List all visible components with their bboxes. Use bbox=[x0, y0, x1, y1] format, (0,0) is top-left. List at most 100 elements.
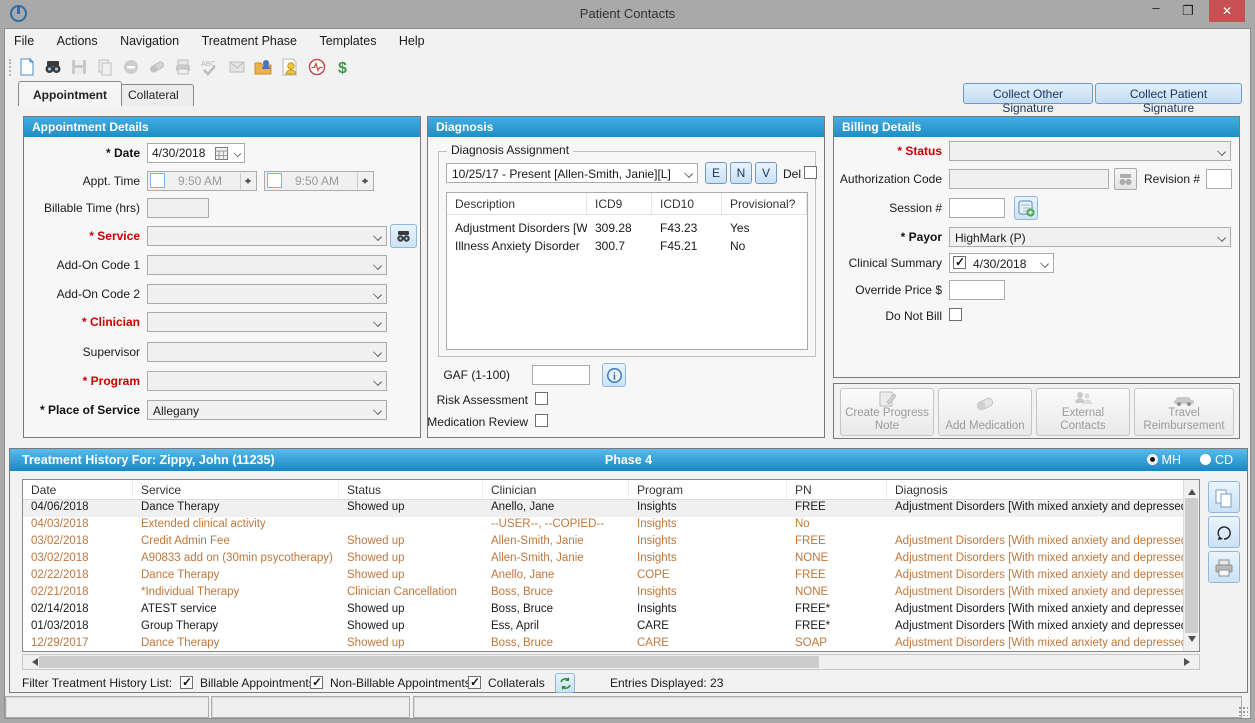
menu-templates[interactable]: Templates bbox=[310, 29, 385, 48]
remove-icon[interactable] bbox=[121, 57, 141, 77]
session-field[interactable] bbox=[949, 198, 1005, 218]
billing-actions-box: Create Progress Note Add Medication Exte… bbox=[833, 383, 1240, 439]
service-combo[interactable] bbox=[147, 226, 387, 246]
cd-radio-circle[interactable] bbox=[1200, 454, 1211, 465]
session-lookup-button[interactable] bbox=[1014, 196, 1038, 220]
addon-code-1-combo[interactable] bbox=[147, 255, 387, 275]
new-note-icon[interactable] bbox=[17, 57, 37, 77]
copy-history-button[interactable] bbox=[1208, 481, 1240, 513]
treatment-row[interactable]: 03/02/2018A90833 add on (30min psycother… bbox=[23, 551, 1199, 568]
billable-time-field[interactable] bbox=[147, 198, 209, 218]
date-dropdown-chevron[interactable] bbox=[234, 150, 241, 157]
do-not-bill-checkbox[interactable] bbox=[949, 308, 962, 321]
medication-review-checkbox[interactable] bbox=[535, 414, 548, 427]
external-contacts-button[interactable]: External Contacts bbox=[1036, 388, 1130, 436]
copy-icon[interactable] bbox=[95, 57, 115, 77]
billing-icon[interactable]: $ bbox=[333, 57, 353, 77]
diagnosis-row[interactable]: Illness Anxiety Disorder 300.7 F45.21 No bbox=[447, 237, 807, 255]
refresh-button[interactable] bbox=[555, 673, 575, 693]
gaf-info-button[interactable]: i bbox=[602, 363, 626, 387]
email-icon[interactable] bbox=[227, 57, 247, 77]
del-checkbox[interactable] bbox=[804, 166, 817, 179]
tab-appointment[interactable]: Appointment bbox=[18, 81, 122, 106]
travel-reimbursement-button[interactable]: Travel Reimbursement bbox=[1134, 388, 1234, 436]
appt-time-start-spinner[interactable] bbox=[240, 173, 255, 189]
addon-code-2-combo[interactable] bbox=[147, 284, 387, 304]
non-billable-appointments-checkbox[interactable] bbox=[310, 676, 323, 689]
billable-appointments-checkbox[interactable] bbox=[180, 676, 193, 689]
add-medication-button[interactable]: Add Medication bbox=[938, 388, 1032, 436]
horizontal-scrollbar[interactable] bbox=[22, 654, 1200, 670]
diagnosis-row[interactable]: Adjustment Disorders [Wi... 309.28 F43.2… bbox=[447, 219, 807, 237]
mh-radio-circle[interactable] bbox=[1147, 454, 1158, 465]
clinical-summary-combo[interactable]: 4/30/2018 bbox=[949, 253, 1054, 273]
save-icon[interactable] bbox=[69, 57, 89, 77]
vertical-scrollbar[interactable] bbox=[1183, 480, 1199, 651]
spellcheck-icon[interactable]: ABC bbox=[199, 57, 219, 77]
find-icon[interactable] bbox=[43, 57, 63, 77]
treatment-row[interactable]: 04/06/2018Dance TherapyShowed upAnello, … bbox=[23, 500, 1199, 517]
menu-actions[interactable]: Actions bbox=[48, 29, 107, 48]
undo-button[interactable] bbox=[1208, 516, 1240, 548]
treatment-row[interactable]: 04/03/2018Extended clinical activity--US… bbox=[23, 517, 1199, 534]
close-button[interactable]: ✕ bbox=[1209, 0, 1245, 22]
gaf-field[interactable] bbox=[532, 365, 590, 385]
appt-time-start-checkbox[interactable] bbox=[150, 173, 165, 188]
appt-time-end-field[interactable]: 9:50 AM bbox=[264, 171, 374, 191]
horizontal-scroll-thumb[interactable] bbox=[39, 656, 819, 668]
program-combo[interactable] bbox=[147, 371, 387, 391]
minimize-button[interactable]: – bbox=[1143, 0, 1169, 22]
supervisor-combo[interactable] bbox=[147, 342, 387, 362]
scroll-up-arrow[interactable] bbox=[1188, 485, 1196, 495]
vertical-scroll-thumb[interactable] bbox=[1185, 498, 1198, 633]
date-field[interactable]: 4/30/2018 bbox=[147, 143, 245, 163]
collaterals-checkbox[interactable] bbox=[468, 676, 481, 689]
collect-other-signature-button[interactable]: Collect Other Signature bbox=[963, 83, 1093, 104]
menu-navigation[interactable]: Navigation bbox=[111, 29, 188, 48]
create-progress-note-button[interactable]: Create Progress Note bbox=[840, 388, 934, 436]
mh-radio[interactable]: MH bbox=[1147, 453, 1181, 467]
calendar-icon[interactable] bbox=[215, 147, 228, 160]
print-icon[interactable] bbox=[173, 57, 193, 77]
collect-patient-signature-button[interactable]: Collect Patient Signature bbox=[1095, 83, 1242, 104]
menu-treatment-phase[interactable]: Treatment Phase bbox=[193, 29, 306, 48]
scroll-right-arrow[interactable] bbox=[1184, 658, 1194, 666]
treatment-row[interactable]: 01/03/2018Group TherapyShowed upEss, Apr… bbox=[23, 619, 1199, 636]
service-search-button[interactable] bbox=[390, 224, 417, 248]
erase-icon[interactable] bbox=[147, 57, 167, 77]
place-of-service-combo[interactable]: Allegany bbox=[147, 400, 387, 420]
vitals-icon[interactable] bbox=[307, 57, 327, 77]
menu-file[interactable]: File bbox=[5, 29, 43, 48]
diagnosis-e-button[interactable]: E bbox=[705, 162, 727, 184]
diagnosis-assignment-combo[interactable]: 10/25/17 - Present [Allen-Smith, Janie][… bbox=[446, 163, 698, 183]
treatment-row[interactable]: 03/02/2018Credit Admin FeeShowed upAllen… bbox=[23, 534, 1199, 551]
patient-folder-icon[interactable] bbox=[253, 57, 273, 77]
appt-time-end-spinner[interactable] bbox=[357, 173, 372, 189]
patient-chart-icon[interactable] bbox=[279, 57, 299, 77]
diagnosis-n-button[interactable]: N bbox=[730, 162, 752, 184]
appt-time-start-field[interactable]: 9:50 AM bbox=[147, 171, 257, 191]
treatment-row[interactable]: 02/22/2018Dance TherapyShowed upAnello, … bbox=[23, 568, 1199, 585]
treatment-row[interactable]: 02/14/2018ATEST serviceShowed upBoss, Br… bbox=[23, 602, 1199, 619]
treatment-row[interactable]: 12/29/2017Dance TherapyShowed upBoss, Br… bbox=[23, 636, 1199, 652]
authorization-search-button[interactable] bbox=[1114, 168, 1137, 190]
scroll-down-arrow[interactable] bbox=[1188, 636, 1196, 646]
cd-radio[interactable]: CD bbox=[1200, 453, 1233, 467]
diagnosis-v-button[interactable]: V bbox=[755, 162, 777, 184]
scroll-left-arrow[interactable] bbox=[28, 658, 38, 666]
clinician-combo[interactable] bbox=[147, 312, 387, 332]
resize-grip[interactable] bbox=[1238, 706, 1248, 716]
revision-field[interactable] bbox=[1206, 169, 1232, 189]
clinical-summary-checkbox[interactable] bbox=[953, 256, 966, 269]
treatment-row[interactable]: 02/21/2018*Individual TherapyClinician C… bbox=[23, 585, 1199, 602]
status-combo[interactable] bbox=[949, 141, 1231, 161]
print-history-button[interactable] bbox=[1208, 551, 1240, 583]
payor-combo[interactable]: HighMark (P) bbox=[949, 227, 1231, 247]
risk-assessment-checkbox[interactable] bbox=[535, 392, 548, 405]
maximize-button[interactable]: ❐ bbox=[1175, 0, 1201, 22]
appt-time-end-checkbox[interactable] bbox=[267, 173, 282, 188]
menu-help[interactable]: Help bbox=[390, 29, 434, 48]
tab-collateral[interactable]: Collateral bbox=[113, 84, 194, 106]
override-price-field[interactable] bbox=[949, 280, 1005, 300]
authorization-code-field[interactable] bbox=[949, 169, 1109, 189]
